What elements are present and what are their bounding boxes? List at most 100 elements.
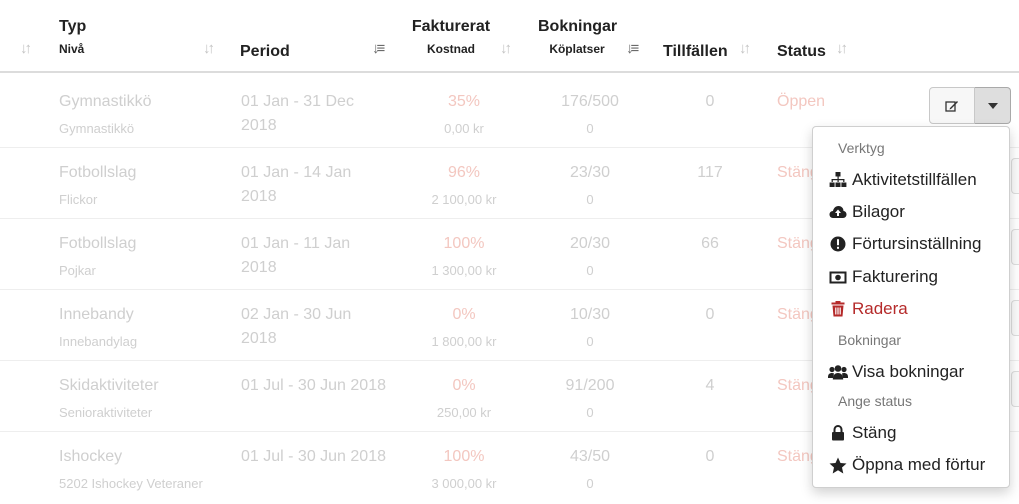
row-action-button[interactable] [1011,300,1019,336]
row-bokningar: 43/50 [569,448,611,465]
menu-item-fakturering[interactable]: Fakturering [828,263,1005,291]
row-fakturerat: 96% [447,164,481,181]
row-fakturerat: 35% [447,93,481,110]
menu-item-label: Visa bokningar [852,362,965,381]
menu-item-label: Aktivitetstillfällen [852,170,977,189]
menu-item-oppna-med-fortur[interactable]: Öppna med förtur [828,451,1005,479]
menu-item-bilagor[interactable]: Bilagor [828,198,1005,226]
row-action-button[interactable] [1011,371,1019,407]
sitemap-icon [828,170,848,190]
exclamation-circle-icon [828,234,848,254]
menu-item-visa-bokningar[interactable]: Visa bokningar [828,358,1005,386]
menu-item-fortursinstallning[interactable]: Förtursinställning [828,230,1005,258]
row-tillfallen: 0 [705,306,715,323]
users-icon [828,362,848,382]
row-koplatser: 0 [586,405,594,420]
row-period: 01 Jan - 31 Dec [241,93,354,110]
row-kostnad: 2 100,00 kr [431,192,497,207]
header-typ[interactable]: Typ Nivå [59,18,86,56]
row-tillfallen: 117 [697,164,723,181]
actions-dropdown-menu: Verktyg Aktivitetstillfällen Bilagor För… [812,126,1010,488]
dropdown-toggle-button[interactable] [975,87,1011,124]
row-niva: Pojkar [59,263,96,278]
dropdown-header-bokningar: Bokningar [838,332,902,348]
row-bokningar: 23/30 [569,164,611,181]
row-bokningar: 91/200 [565,377,615,394]
row-typ: Innebandy [59,306,134,323]
sort-icon[interactable]: ↓↑ [739,40,751,57]
header-period[interactable]: Period [240,43,290,61]
row-period: 01 Jul - 30 Jun 2018 [241,377,386,394]
row-typ: Fotbollslag [59,235,137,252]
money-icon [828,267,848,287]
row-koplatser: 0 [586,121,594,136]
menu-item-aktivitetstillfallen[interactable]: Aktivitetstillfällen [828,166,1005,194]
row-tillfallen: 4 [705,377,715,394]
row-period-year: 2018 [241,188,277,205]
sort-icon[interactable]: ↓↑ [836,40,848,57]
menu-item-label: Fakturering [852,267,938,286]
row-niva: 5202 Ishockey Veteraner [59,476,203,491]
row-kostnad: 250,00 kr [436,405,492,420]
row-koplatser: 0 [586,263,594,278]
row-niva: Senioraktiviteter [59,405,153,420]
row-niva: Innebandylag [59,334,138,349]
cloud-upload-icon [828,202,848,222]
row-period: 02 Jan - 30 Jun [241,306,352,323]
row-tillfallen: 66 [701,235,719,252]
row-fakturerat: 100% [443,235,485,252]
header-tillfallen[interactable]: Tillfällen [663,43,728,61]
row-fakturerat: 100% [443,448,485,465]
row-kostnad: 3 000,00 kr [431,476,497,491]
row-koplatser: 0 [586,334,594,349]
table-header: ↓↑ Typ Nivå ↓↑ Period ↓≡ Fakturerat Kost… [0,0,1019,73]
dropdown-header-ange-status: Ange status [838,393,912,409]
header-fakturerat[interactable]: Fakturerat Kostnad [411,18,491,56]
menu-item-label: Radera [852,299,908,318]
sort-icon[interactable]: ↓↑ [500,40,512,57]
dropdown-header-verktyg: Verktyg [838,140,885,156]
row-bokningar: 20/30 [569,235,611,252]
sort-amount-icon[interactable]: ↓≡ [372,40,385,57]
row-koplatser: 0 [586,192,594,207]
sort-amount-icon[interactable]: ↓≡ [626,40,639,57]
row-action-button[interactable] [1011,229,1019,265]
row-typ: Gymnastikkö [59,93,152,110]
row-bokningar: 176/500 [561,93,619,110]
row-typ: Ishockey [59,448,123,465]
row-period: 01 Jan - 11 Jan [241,235,351,252]
menu-item-label: Förtursinställning [852,234,982,253]
row-bokningar: 10/30 [569,306,611,323]
row-niva: Flickor [59,192,98,207]
star-icon [828,455,848,475]
row-period-year: 2018 [241,259,277,276]
menu-item-radera[interactable]: Radera [828,295,1005,323]
row-action-button[interactable] [1011,158,1019,194]
row-action-group [929,87,1011,124]
menu-item-label: Stäng [852,423,897,442]
row-tillfallen: 0 [705,448,715,465]
row-kostnad: 0,00 kr [444,121,484,136]
row-period: 01 Jul - 30 Jun 2018 [241,448,386,465]
menu-item-label: Öppna med förtur [852,455,986,474]
row-fakturerat: 0% [452,377,476,394]
sort-icon[interactable]: ↓↑ [203,40,215,57]
row-niva: Gymnastikkö [59,121,135,136]
row-kostnad: 1 800,00 kr [431,334,497,349]
header-bokningar[interactable]: Bokningar Köplatser [538,18,617,56]
row-koplatser: 0 [586,476,594,491]
lock-icon [828,423,848,443]
row-typ: Skidaktiviteter [59,377,159,394]
caret-down-icon [987,102,998,109]
menu-item-stang[interactable]: Stäng [828,419,1005,447]
header-status[interactable]: Status [777,43,826,61]
edit-button[interactable] [929,87,975,124]
row-period-year: 2018 [241,330,277,347]
row-period: 01 Jan - 14 Jan [241,164,352,181]
row-fakturerat: 0% [452,306,476,323]
sort-icon[interactable]: ↓↑ [20,40,32,57]
row-typ: Fotbollslag [59,164,137,181]
row-period-year: 2018 [241,117,277,134]
trash-icon [828,299,848,319]
row-kostnad: 1 300,00 kr [431,263,497,278]
